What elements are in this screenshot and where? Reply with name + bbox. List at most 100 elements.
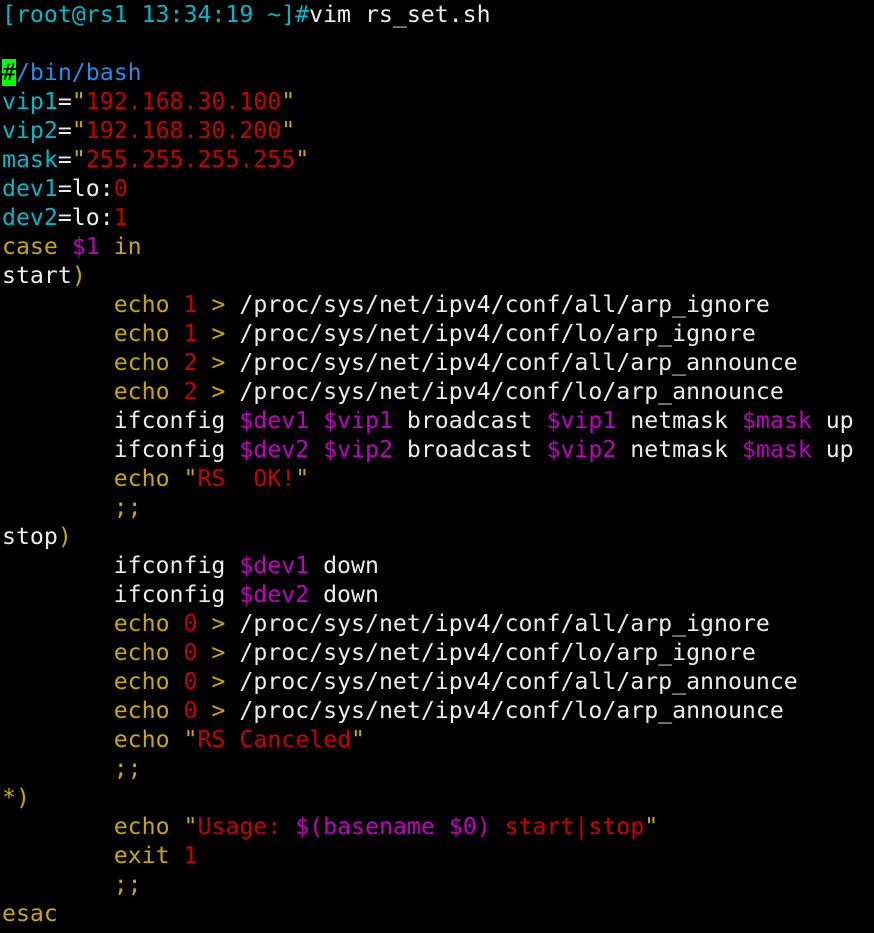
code-token: " xyxy=(183,465,198,492)
code-token: broadcast xyxy=(392,407,547,434)
code-line: vip1="192.168.30.100" xyxy=(2,87,874,116)
code-token: ifconfig xyxy=(2,552,240,579)
code-line: ifconfig $dev2 down xyxy=(2,580,874,609)
code-token: start xyxy=(2,262,72,289)
code-token: 1 xyxy=(183,320,198,347)
code-token: [root@rs1 13:34:19 ~]# xyxy=(2,1,310,28)
code-token: $vip2 xyxy=(546,436,617,463)
code-token: esac xyxy=(2,900,58,927)
code-token: 192.168.30.100 xyxy=(85,88,282,115)
code-token: $1 xyxy=(71,233,100,260)
code-token: =lo: xyxy=(57,175,114,202)
code-token: = xyxy=(57,88,72,115)
code-token: RS Canceled xyxy=(197,726,352,753)
code-token: stop xyxy=(2,523,58,550)
code-token: " xyxy=(281,117,296,144)
code-token: = xyxy=(57,146,72,173)
code-token: /proc/sys/net/ipv4/conf/lo/arp_announce xyxy=(239,378,784,405)
code-token: ;; xyxy=(113,494,142,521)
code-token: > xyxy=(197,697,240,724)
code-token: ifconfig xyxy=(2,407,240,434)
code-line: echo 1 > /proc/sys/net/ipv4/conf/all/arp… xyxy=(2,290,874,319)
code-token: netmask xyxy=(616,436,742,463)
code-token: " xyxy=(351,726,365,753)
code-token: echo xyxy=(113,291,170,318)
code-token: echo xyxy=(113,610,170,637)
code-token: down xyxy=(309,581,379,608)
code-token: 255.255.255.255 xyxy=(85,146,296,173)
code-line: vip2="192.168.30.200" xyxy=(2,116,874,145)
code-token: netmask xyxy=(616,407,742,434)
code-line: dev2=lo:1 xyxy=(2,203,874,232)
code-token: ifconfig xyxy=(2,436,240,463)
code-token: $vip1 xyxy=(546,407,617,434)
code-token: " xyxy=(183,813,198,840)
code-line: echo "RS OK!" xyxy=(2,464,874,493)
code-line: mask="255.255.255.255" xyxy=(2,145,874,174)
code-token: echo xyxy=(113,697,170,724)
code-token: echo xyxy=(113,349,170,376)
code-token: = xyxy=(57,117,72,144)
code-line: echo 0 > /proc/sys/net/ipv4/conf/lo/arp_… xyxy=(2,638,874,667)
code-token: echo xyxy=(113,465,170,492)
code-token: " xyxy=(71,117,86,144)
code-token: $mask xyxy=(741,407,812,434)
code-line: stop) xyxy=(2,522,874,551)
code-token: echo xyxy=(113,639,170,666)
code-line: echo 0 > /proc/sys/net/ipv4/conf/all/arp… xyxy=(2,667,874,696)
code-line: echo "RS Canceled" xyxy=(2,725,874,754)
code-line: echo 2 > /proc/sys/net/ipv4/conf/all/arp… xyxy=(2,348,874,377)
code-token: ifconfig xyxy=(2,581,240,608)
code-token: echo xyxy=(113,668,170,695)
code-token: Usage: xyxy=(197,813,296,840)
code-token: vim rs_set.sh xyxy=(309,1,491,28)
code-token: $vip2 xyxy=(323,436,393,463)
code-line: echo 1 > /proc/sys/net/ipv4/conf/lo/arp_… xyxy=(2,319,874,348)
code-token: 1 xyxy=(183,291,198,318)
code-line: echo 0 > /proc/sys/net/ipv4/conf/all/arp… xyxy=(2,609,874,638)
code-line: ifconfig $dev1 down xyxy=(2,551,874,580)
code-token: up xyxy=(811,407,854,434)
code-token: 2 xyxy=(183,378,198,405)
code-line: #/bin/bash xyxy=(2,58,874,87)
code-token: $dev1 xyxy=(239,407,310,434)
code-token: /proc/sys/net/ipv4/conf/all/arp_announce xyxy=(239,668,798,695)
code-token: vip1 xyxy=(2,88,58,115)
code-line: ;; xyxy=(2,493,874,522)
code-token: 0 xyxy=(183,610,198,637)
code-token: " xyxy=(281,88,296,115)
code-token: 1 xyxy=(113,204,128,231)
code-token: echo xyxy=(113,813,170,840)
terminal-vim-buffer[interactable]: [root@rs1 13:34:19 ~]#vim rs_set.sh #/bin… xyxy=(0,0,874,928)
code-token: /proc/sys/net/ipv4/conf/all/arp_ignore xyxy=(239,291,770,318)
code-token: echo xyxy=(113,726,170,753)
code-token: dev1 xyxy=(2,175,58,202)
code-token: echo xyxy=(113,378,170,405)
code-token: > xyxy=(197,668,240,695)
code-token: echo xyxy=(113,320,170,347)
code-line: start) xyxy=(2,261,874,290)
code-token: start|stop xyxy=(490,813,645,840)
code-token: $(basename $0) xyxy=(295,813,491,840)
code-token: $dev2 xyxy=(239,581,310,608)
code-token: > xyxy=(197,349,240,376)
code-line: ;; xyxy=(2,754,874,783)
code-token: mask xyxy=(2,146,58,173)
code-token: up xyxy=(811,436,854,463)
